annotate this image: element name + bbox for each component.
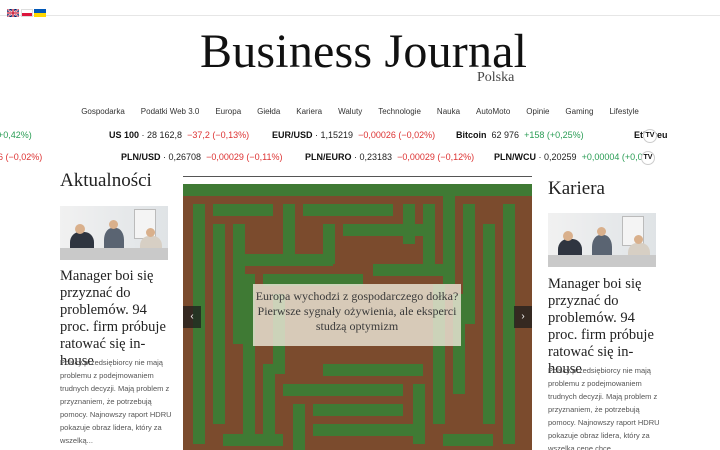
section-title-aktualnosci[interactable]: Aktualności [60, 170, 152, 192]
market-ticker-bottom: 6 (−0,02%) PLN/USD · 0,26708 −0,00029 (−… [0, 150, 720, 166]
ticker-symbol: PLN/WCU [494, 152, 536, 162]
article-excerpt: Polscy przedsiębiorcy nie mają problemu … [60, 358, 172, 445]
ticker-symbol: Bitcoin [456, 130, 487, 140]
slider-next-button[interactable]: › [514, 306, 532, 328]
site-logo-subtitle: Polska [477, 70, 515, 85]
ticker-item[interactable]: +0,42%) [0, 130, 32, 140]
ticker-value: 28 162,8 [147, 130, 183, 140]
article-thumbnail[interactable] [548, 213, 656, 267]
ticker-symbol: PLN/EURO [305, 152, 352, 162]
article-thumbnail[interactable] [60, 206, 168, 260]
nav-item-opinie[interactable]: Opinie [518, 107, 557, 116]
ticker-change: −0,00029 (−0,12%) [397, 152, 475, 162]
ticker-change: +0,42%) [0, 130, 32, 140]
ticker-change: +0,00004 (+0,0 [581, 152, 643, 162]
uk-flag-icon[interactable] [7, 9, 19, 17]
ticker-value: 62 976 [491, 130, 520, 140]
ticker-change: +158 (+0,25%) [524, 130, 584, 140]
ticker-symbol: PLN/USD [121, 152, 161, 162]
slider-prev-button[interactable]: ‹ [183, 306, 201, 328]
tradingview-logo-icon[interactable]: TV [643, 129, 657, 143]
poland-flag-icon[interactable] [21, 9, 33, 17]
ticker-item[interactable]: US 100 · 28 162,8 −37,2 (−0,13%) [109, 130, 249, 140]
tradingview-logo-icon[interactable]: TV [641, 151, 655, 165]
ticker-value: 0,26708 [168, 152, 202, 162]
nav-item-gielda[interactable]: Giełda [249, 107, 288, 116]
nav-item-gospodarka[interactable]: Gospodarka [73, 107, 133, 116]
market-ticker-top: +0,42%) US 100 · 28 162,8 −37,2 (−0,13%)… [0, 128, 720, 144]
nav-item-podatki[interactable]: Podatki Web 3.0 [133, 107, 208, 116]
ticker-change: −37,2 (−0,13%) [187, 130, 250, 140]
ticker-symbol: US 100 [109, 130, 140, 140]
nav-item-lifestyle[interactable]: Lifestyle [601, 107, 646, 116]
ticker-item[interactable]: Bitcoin 62 976 +158 (+0,25%) [456, 130, 584, 140]
ticker-change: 6 (−0,02%) [0, 152, 43, 162]
ticker-item[interactable]: PLN/EURO · 0,23183 −0,00029 (−0,12%) [305, 152, 474, 162]
site-logo[interactable]: Business Journal [200, 28, 527, 76]
nav-item-kariera[interactable]: Kariera [288, 107, 330, 116]
nav-item-gaming[interactable]: Gaming [557, 107, 601, 116]
nav-item-automoto[interactable]: AutoMoto [468, 107, 518, 116]
ticker-value: 0,23183 [359, 152, 393, 162]
nav-item-nauka[interactable]: Nauka [429, 107, 468, 116]
section-title-kariera[interactable]: Kariera [548, 178, 605, 200]
nav-item-europa[interactable]: Europa [207, 107, 249, 116]
top-bar [0, 0, 720, 16]
ticker-change: −0,00029 (−0,11%) [206, 152, 283, 162]
ticker-symbol: EUR/USD [272, 130, 313, 140]
ukraine-flag-icon[interactable] [34, 9, 46, 17]
article-headline[interactable]: Manager boi się przyznać do problemów. 9… [60, 268, 172, 370]
article-headline[interactable]: Manager boi się przyznać do problemów. 9… [548, 276, 660, 378]
ticker-item[interactable]: PLN/WCU · 0,20259 +0,00004 (+0,0 [494, 152, 643, 162]
ticker-change: −0,00026 (−0,02%) [358, 130, 436, 140]
main-nav: Gospodarka Podatki Web 3.0 Europa Giełda… [0, 107, 720, 116]
ticker-item[interactable]: 6 (−0,02%) [0, 152, 42, 162]
nav-item-waluty[interactable]: Waluty [330, 107, 370, 116]
ticker-item[interactable]: PLN/USD · 0,26708 −0,00029 (−0,11%) [121, 152, 282, 162]
ticker-item[interactable]: EUR/USD · 1,15219 −0,00026 (−0,02%) [272, 130, 435, 140]
ticker-value: 0,20259 [544, 152, 577, 162]
article-excerpt: Polscy przedsiębiorcy nie mają problemu … [548, 366, 660, 450]
nav-item-technologie[interactable]: Technologie [370, 107, 429, 116]
ticker-value: 1,15219 [320, 130, 354, 140]
section-divider [183, 176, 532, 177]
hero-caption[interactable]: Europa wychodzi z gospodarczego dołka? P… [253, 284, 461, 346]
